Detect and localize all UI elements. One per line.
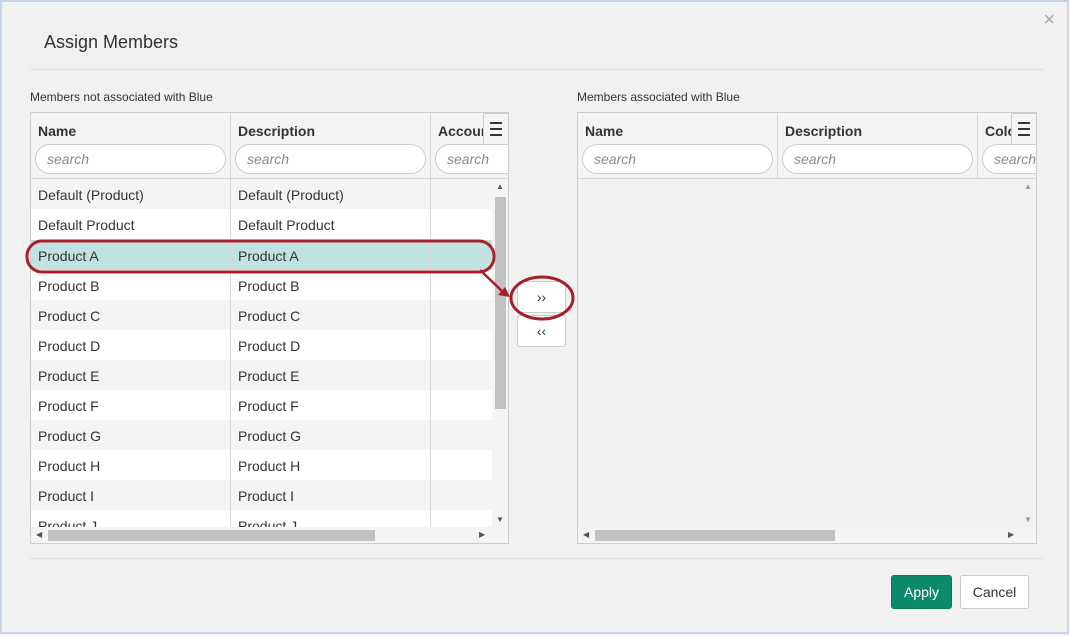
scroll-up-icon[interactable]: ▲: [496, 182, 504, 191]
cell-name: Product F: [31, 390, 231, 420]
cancel-button[interactable]: Cancel: [960, 575, 1029, 609]
unassigned-members-grid: Name Description Account Default (Produc…: [30, 112, 509, 544]
table-row[interactable]: Product H Product H: [31, 450, 492, 480]
scroll-left-icon[interactable]: ◀: [583, 530, 589, 539]
cell-name: Product C: [31, 300, 231, 330]
cell-account: [431, 450, 492, 480]
remove-member-button[interactable]: ‹‹: [517, 315, 566, 347]
column-header-name: Name: [578, 113, 778, 179]
footer-divider: [30, 558, 1044, 559]
scroll-right-icon[interactable]: ▶: [1008, 530, 1014, 539]
cell-description: Product G: [231, 420, 431, 450]
cell-account: [431, 420, 492, 450]
scrollbar-thumb[interactable]: [495, 197, 506, 409]
cell-account: [431, 270, 492, 300]
scroll-down-icon[interactable]: ▼: [496, 515, 504, 524]
description-search-input[interactable]: [235, 144, 426, 174]
cell-account: [431, 390, 492, 420]
cell-account: [431, 510, 492, 527]
column-header-description: Description: [778, 113, 978, 179]
left-panel-label: Members not associated with Blue: [30, 90, 213, 104]
cell-name: Default Product: [31, 209, 231, 239]
hamburger-menu-icon[interactable]: [1011, 113, 1036, 145]
cell-name: Product B: [31, 270, 231, 300]
grid-header: Name Description Account: [31, 113, 508, 179]
close-icon[interactable]: ×: [1043, 10, 1055, 30]
cell-account: [431, 209, 492, 239]
column-label-name[interactable]: Name: [38, 123, 76, 139]
description-search-input[interactable]: [782, 144, 973, 174]
cell-description: Product I: [231, 480, 431, 510]
grid-body-empty: [578, 179, 1020, 527]
cell-description: Product J: [231, 510, 431, 527]
vertical-scrollbar[interactable]: ▲ ▼: [492, 179, 508, 527]
column-label-description[interactable]: Description: [238, 123, 315, 139]
header-divider: [30, 69, 1044, 70]
cell-description: Default Product: [231, 209, 431, 239]
cell-description: Product H: [231, 450, 431, 480]
scroll-left-icon[interactable]: ◀: [36, 530, 42, 539]
cell-account: [431, 330, 492, 360]
vertical-scrollbar[interactable]: ▲ ▼: [1020, 179, 1036, 527]
scroll-up-icon[interactable]: ▲: [1024, 182, 1032, 191]
table-row[interactable]: Default Product Default Product: [31, 209, 492, 239]
cell-account: [431, 179, 492, 209]
horizontal-scrollbar[interactable]: ◀ ▶: [31, 527, 508, 543]
table-row[interactable]: Product I Product I: [31, 480, 492, 510]
horizontal-scrollbar[interactable]: ◀ ▶: [578, 527, 1036, 543]
cell-name: Product D: [31, 330, 231, 360]
assigned-members-grid: Name Description Color ▲ ▼ ◀ ▶: [577, 112, 1037, 544]
table-row[interactable]: Product E Product E: [31, 360, 492, 390]
cell-account: [431, 480, 492, 510]
table-row[interactable]: Default (Product) Default (Product): [31, 179, 492, 209]
scroll-down-icon[interactable]: ▼: [1024, 515, 1032, 524]
name-search-input[interactable]: [35, 144, 226, 174]
color-search-input[interactable]: [982, 144, 1036, 174]
assign-members-dialog: × Assign Members Members not associated …: [0, 0, 1069, 634]
table-row[interactable]: Product B Product B: [31, 270, 492, 300]
scrollbar-thumb[interactable]: [595, 530, 835, 541]
right-panel-label: Members associated with Blue: [577, 90, 740, 104]
cell-name: Product J: [31, 510, 231, 527]
cell-name: Product E: [31, 360, 231, 390]
cell-name: Product H: [31, 450, 231, 480]
column-label-description[interactable]: Description: [785, 123, 862, 139]
add-member-button[interactable]: ››: [517, 281, 566, 313]
grid-body: Default (Product) Default (Product) Defaul…: [31, 179, 492, 527]
table-row[interactable]: Product D Product D: [31, 330, 492, 360]
cell-description: Product C: [231, 300, 431, 330]
table-row[interactable]: Product A Product A: [31, 240, 492, 270]
name-search-input[interactable]: [582, 144, 773, 174]
hamburger-menu-icon[interactable]: [483, 113, 508, 145]
apply-button[interactable]: Apply: [891, 575, 952, 609]
scrollbar-thumb[interactable]: [48, 530, 375, 541]
cell-name: Default (Product): [31, 179, 231, 209]
cell-account: [431, 300, 492, 330]
cell-name: Product I: [31, 480, 231, 510]
cell-name: Product G: [31, 420, 231, 450]
column-header-name: Name: [31, 113, 231, 179]
grid-header: Name Description Color: [578, 113, 1036, 179]
scroll-right-icon[interactable]: ▶: [479, 530, 485, 539]
table-row[interactable]: Product J Product J: [31, 510, 492, 527]
cell-description: Product E: [231, 360, 431, 390]
cell-description: Product A: [231, 240, 431, 270]
column-label-name[interactable]: Name: [585, 123, 623, 139]
cell-account: [431, 360, 492, 390]
cell-account: [431, 240, 492, 270]
cell-description: Default (Product): [231, 179, 431, 209]
cell-description: Product B: [231, 270, 431, 300]
table-row[interactable]: Product F Product F: [31, 390, 492, 420]
cell-name: Product A: [31, 240, 231, 270]
table-row[interactable]: Product G Product G: [31, 420, 492, 450]
table-row[interactable]: Product C Product C: [31, 300, 492, 330]
cell-description: Product F: [231, 390, 431, 420]
dialog-title: Assign Members: [44, 32, 179, 52]
cell-description: Product D: [231, 330, 431, 360]
account-search-input[interactable]: [435, 144, 508, 174]
column-header-description: Description: [231, 113, 431, 179]
